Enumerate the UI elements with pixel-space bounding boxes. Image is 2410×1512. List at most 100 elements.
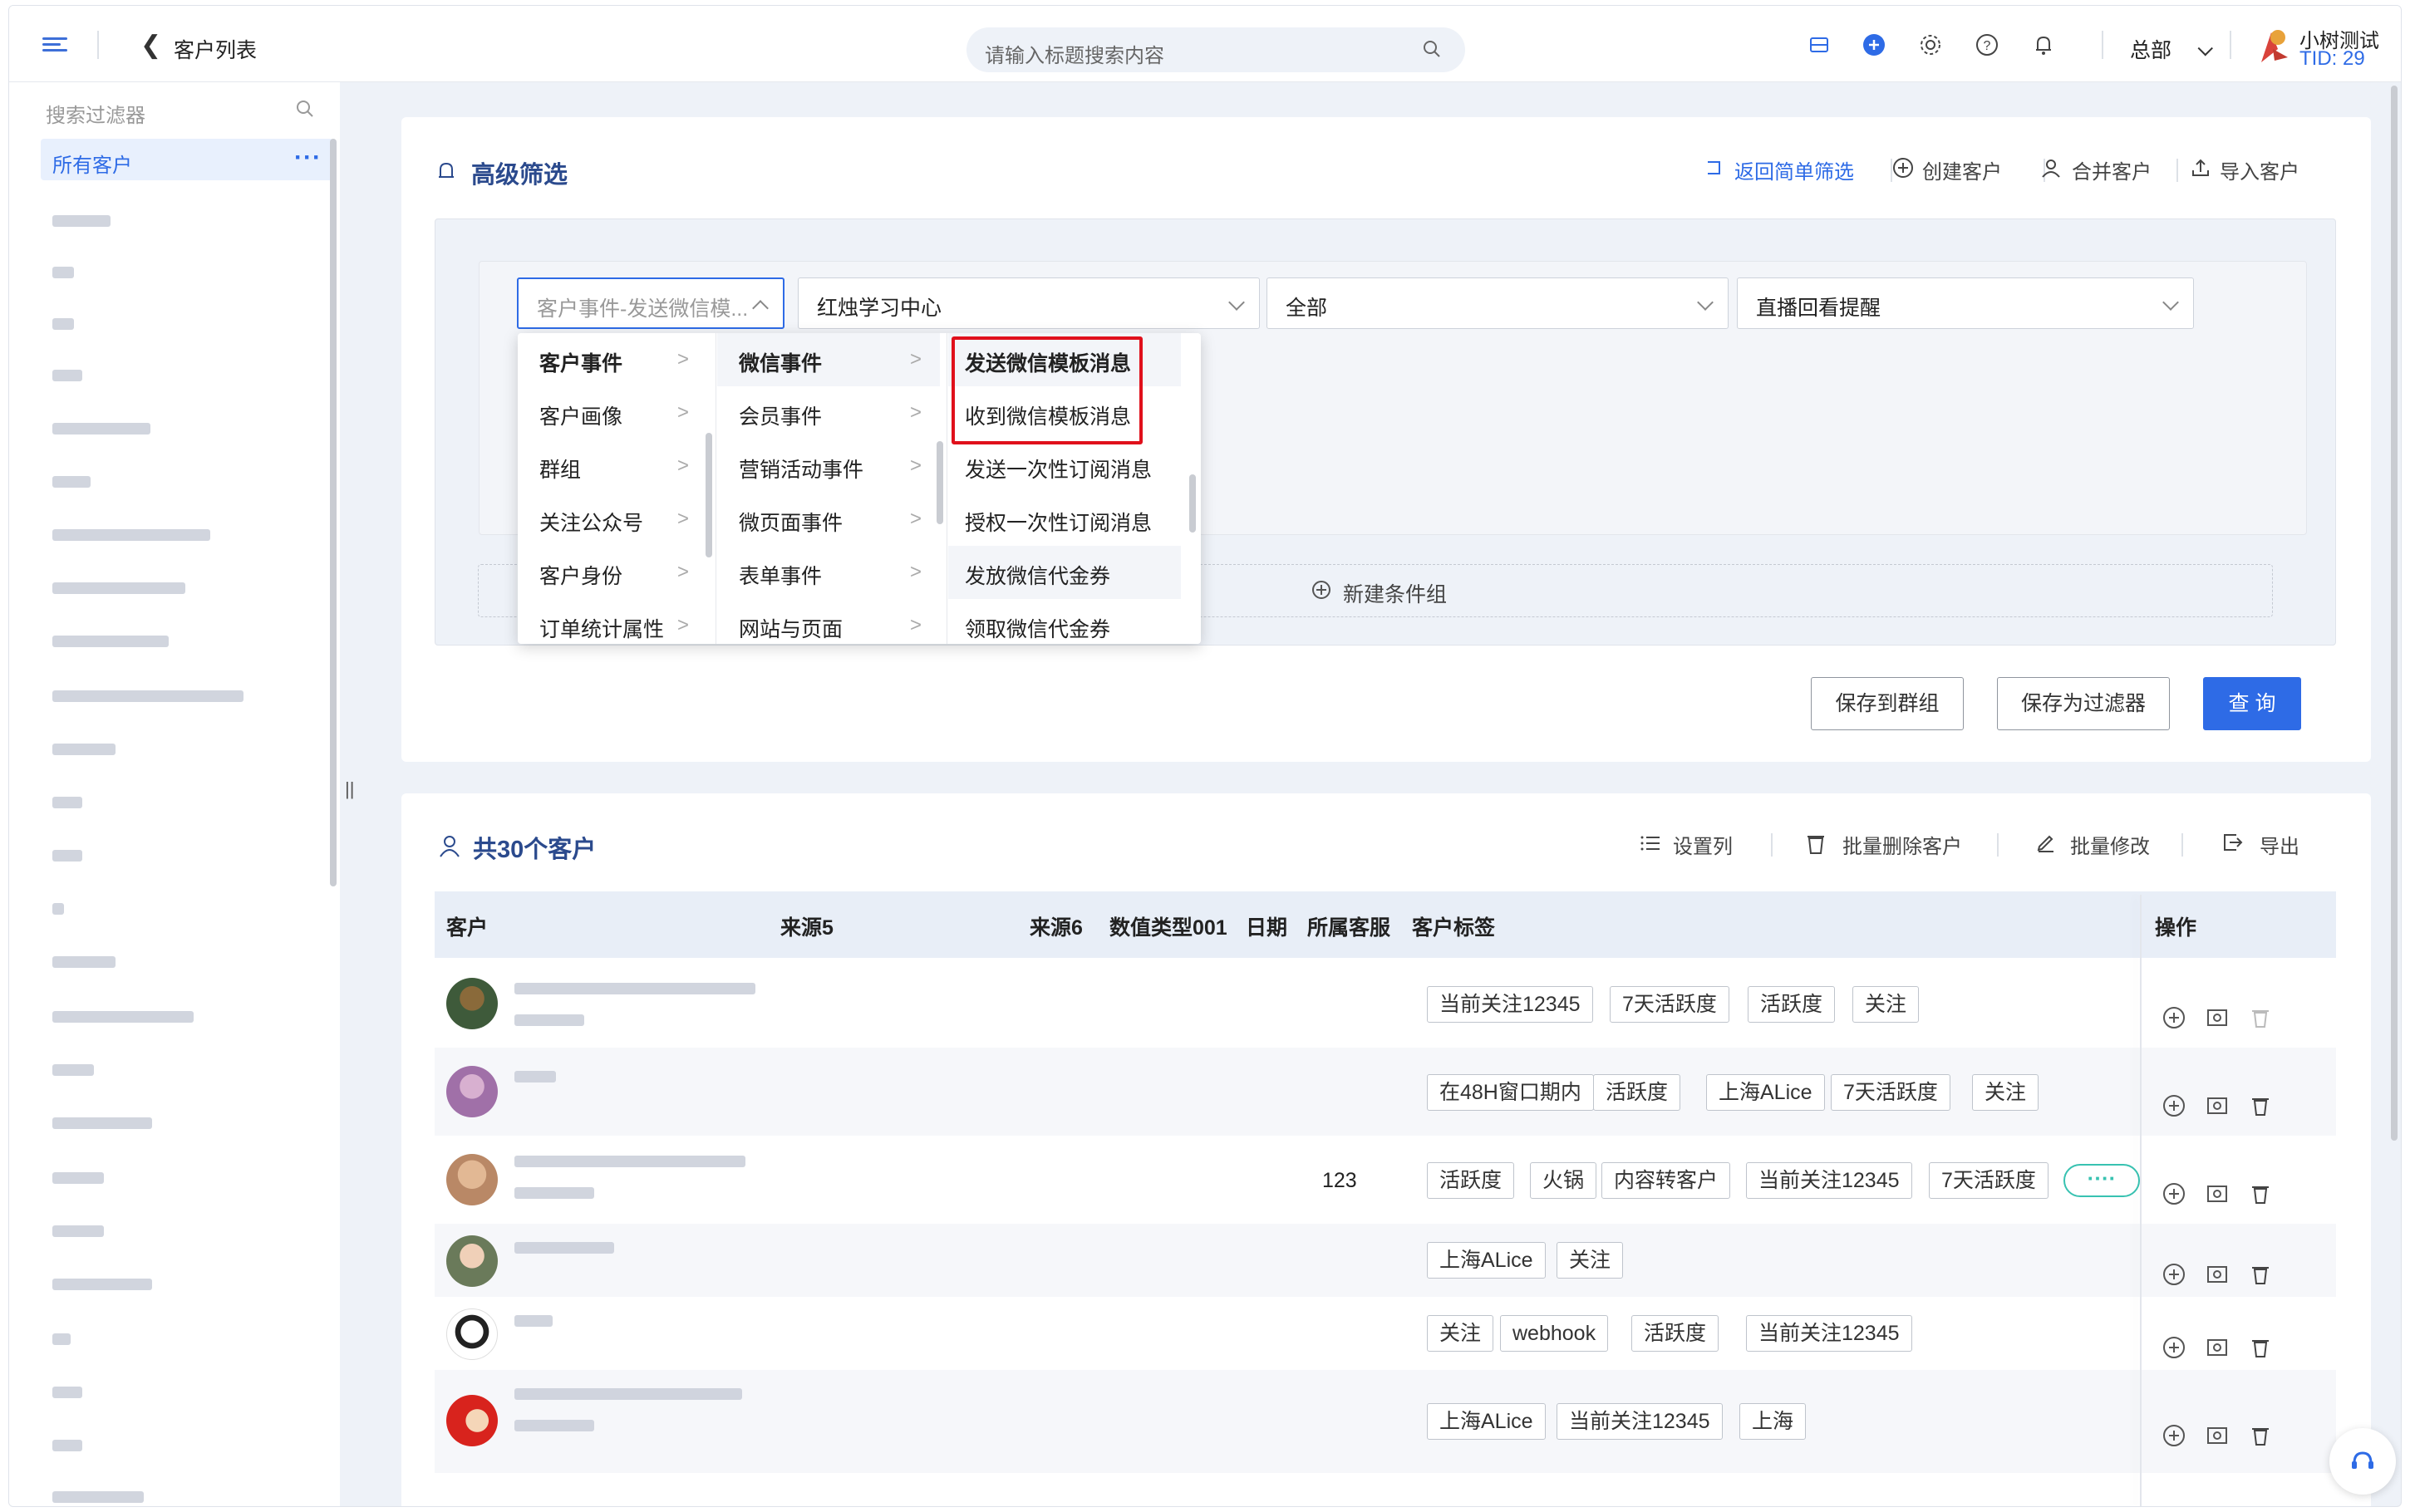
list-item[interactable] bbox=[52, 370, 82, 381]
list-item[interactable] bbox=[52, 476, 91, 488]
create-customer-button[interactable]: 创建客户 bbox=[1922, 155, 2002, 184]
col-date[interactable]: 日期 bbox=[1246, 911, 1287, 941]
list-item[interactable] bbox=[52, 956, 116, 968]
table-row[interactable]: 当前关注12345 7天活跃度 活跃度 关注 bbox=[435, 960, 2336, 1048]
return-icon[interactable] bbox=[1703, 157, 1724, 179]
col-tags[interactable]: 客户标签 bbox=[1412, 911, 1495, 941]
list-item[interactable] bbox=[52, 1491, 144, 1503]
record-icon[interactable] bbox=[2205, 1005, 2230, 1030]
inbox-icon[interactable] bbox=[1808, 33, 1831, 56]
list-item[interactable] bbox=[52, 1333, 71, 1345]
add-circle-icon[interactable] bbox=[2162, 1093, 2186, 1118]
cascader-option[interactable]: 领取微信代金券 bbox=[948, 599, 1181, 644]
cascader-option[interactable]: 授权一次性订阅消息 bbox=[948, 493, 1181, 546]
list-item[interactable] bbox=[52, 1011, 194, 1023]
list-item[interactable] bbox=[52, 1225, 104, 1237]
cascader-option[interactable]: 营销活动事件 > bbox=[717, 439, 940, 493]
save-as-filter-button[interactable]: 保存为过滤器 bbox=[1997, 677, 2170, 730]
list-item[interactable] bbox=[52, 215, 111, 227]
org-selector[interactable]: 总部 bbox=[2130, 34, 2213, 64]
add-circle-icon[interactable] bbox=[2162, 1335, 2186, 1360]
filter-search-input[interactable]: 搜索过滤器 bbox=[46, 99, 145, 128]
page-scrollbar[interactable] bbox=[2391, 86, 2398, 1141]
list-item[interactable] bbox=[52, 318, 74, 330]
cascader-scrollbar[interactable] bbox=[937, 441, 943, 524]
gear-icon[interactable] bbox=[1919, 33, 1942, 56]
trash-icon[interactable] bbox=[2248, 1262, 2273, 1287]
export-button[interactable]: 导出 bbox=[2260, 830, 2299, 859]
cascader-option[interactable]: 会员事件 > bbox=[717, 386, 940, 439]
query-button[interactable]: 查 询 bbox=[2203, 677, 2301, 730]
add-circle-icon[interactable] bbox=[2162, 1181, 2186, 1206]
list-item[interactable] bbox=[52, 267, 74, 278]
add-icon[interactable] bbox=[1862, 33, 1886, 56]
list-item[interactable] bbox=[52, 1117, 152, 1129]
record-icon[interactable] bbox=[2205, 1262, 2230, 1287]
table-row[interactable]: 上海ALice 当前关注12345 上海 bbox=[435, 1370, 2336, 1473]
trash-icon[interactable] bbox=[2248, 1093, 2273, 1118]
cascader-option[interactable]: 表单事件 > bbox=[717, 546, 940, 599]
global-search-input[interactable]: 请输入标题搜索内容 bbox=[966, 27, 1465, 72]
cascader-option[interactable]: 订单统计属性 > bbox=[518, 599, 707, 644]
list-item[interactable] bbox=[52, 636, 169, 647]
resize-handle[interactable]: || bbox=[345, 778, 354, 800]
col-numeric001[interactable]: 数值类型001 bbox=[1109, 911, 1227, 941]
list-item[interactable] bbox=[52, 1279, 152, 1290]
add-circle-icon[interactable] bbox=[2162, 1423, 2186, 1448]
cascader-option[interactable]: 网站与页面 > bbox=[717, 599, 940, 644]
condition-scope-select[interactable]: 全部 bbox=[1266, 277, 1729, 329]
list-item[interactable] bbox=[52, 690, 243, 702]
trash-icon[interactable] bbox=[2248, 1181, 2273, 1206]
cascader-option[interactable]: 客户画像 > bbox=[518, 386, 707, 439]
edit-icon[interactable] bbox=[2035, 832, 2057, 853]
list-item[interactable] bbox=[52, 1064, 94, 1076]
save-to-group-button[interactable]: 保存到群组 bbox=[1811, 677, 1964, 730]
export-icon[interactable] bbox=[2221, 832, 2243, 853]
more-tags-button[interactable]: ···· bbox=[2063, 1164, 2140, 1197]
menu-icon[interactable] bbox=[42, 37, 67, 52]
batch-edit-button[interactable]: 批量修改 bbox=[2070, 830, 2150, 859]
merge-user-icon[interactable] bbox=[2040, 157, 2062, 179]
search-icon[interactable] bbox=[295, 99, 315, 119]
more-icon[interactable]: ··· bbox=[294, 144, 322, 172]
table-row[interactable]: 关注 webhook 活跃度 当前关注12345 bbox=[435, 1297, 2336, 1370]
record-icon[interactable] bbox=[2205, 1335, 2230, 1360]
list-item[interactable] bbox=[52, 582, 185, 594]
trash-icon[interactable] bbox=[2248, 1335, 2273, 1360]
add-circle-icon[interactable] bbox=[2162, 1262, 2186, 1287]
trash-icon[interactable] bbox=[2248, 1423, 2273, 1448]
sidebar-item-all-customers[interactable]: 所有客户 ··· bbox=[41, 139, 333, 180]
cascader-option[interactable]: 微页面事件 > bbox=[717, 493, 940, 546]
cascader-option[interactable]: 客户身份 > bbox=[518, 546, 707, 599]
cascader-scrollbar[interactable] bbox=[1189, 474, 1196, 533]
back-simple-filter-link[interactable]: 返回简单筛选 bbox=[1734, 155, 1854, 184]
record-icon[interactable] bbox=[2205, 1423, 2230, 1448]
cascader-option[interactable]: 微信事件 > bbox=[717, 333, 940, 386]
col-customer[interactable]: 客户 bbox=[446, 911, 488, 941]
list-item[interactable] bbox=[52, 850, 82, 862]
bell-icon[interactable] bbox=[2032, 33, 2055, 56]
list-item[interactable] bbox=[52, 1440, 82, 1451]
record-icon[interactable] bbox=[2205, 1181, 2230, 1206]
cascader-option[interactable]: 发送一次性订阅消息 bbox=[948, 439, 1181, 493]
table-row[interactable]: 在48H窗口期内 活跃度 上海ALice 7天活跃度 关注 bbox=[435, 1048, 2336, 1136]
add-circle-icon[interactable] bbox=[2162, 1005, 2186, 1030]
col-service[interactable]: 所属客服 bbox=[1307, 911, 1390, 941]
condition-source-select[interactable]: 红烛学习中心 bbox=[798, 277, 1260, 329]
list-item[interactable] bbox=[52, 529, 210, 541]
condition-field-select[interactable]: 客户事件-发送微信模... bbox=[517, 277, 784, 329]
cascader-option[interactable]: 关注公众号 > bbox=[518, 493, 707, 546]
help-icon[interactable]: ? bbox=[1975, 33, 1999, 56]
cascader-option[interactable]: 群组 > bbox=[518, 439, 707, 493]
list-item[interactable] bbox=[52, 744, 116, 755]
trash-icon[interactable] bbox=[1806, 832, 1826, 855]
list-icon[interactable] bbox=[1640, 833, 1661, 853]
support-button[interactable] bbox=[2329, 1428, 2396, 1495]
batch-delete-button[interactable]: 批量删除客户 bbox=[1842, 830, 1962, 859]
cascader-scrollbar[interactable] bbox=[706, 433, 712, 557]
condition-template-select[interactable]: 直播回看提醒 bbox=[1737, 277, 2194, 329]
record-icon[interactable] bbox=[2205, 1093, 2230, 1118]
set-columns-button[interactable]: 设置列 bbox=[1673, 830, 1733, 859]
cascader-option[interactable]: 客户事件 > bbox=[518, 333, 707, 386]
merge-customer-button[interactable]: 合并客户 bbox=[2072, 155, 2152, 184]
